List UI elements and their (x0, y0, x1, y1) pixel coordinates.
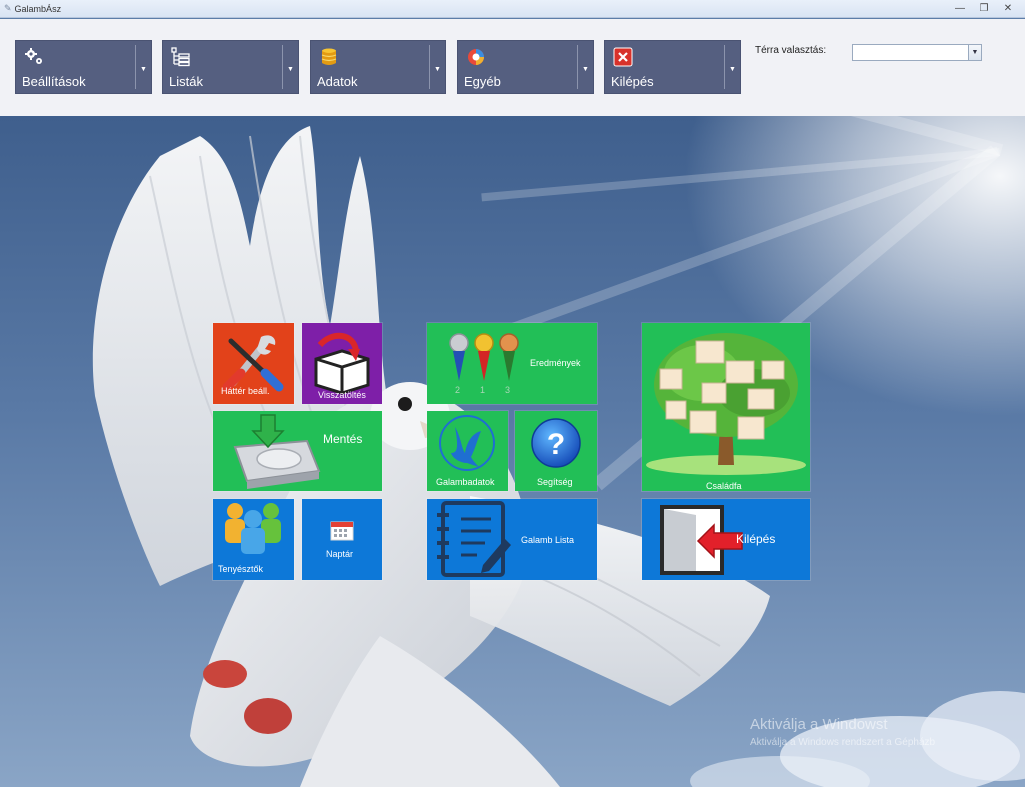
chevron-down-icon[interactable]: ▼ (968, 45, 981, 60)
split-divider (577, 45, 578, 89)
split-divider (282, 45, 283, 89)
chevron-down-icon[interactable]: ▼ (582, 66, 589, 73)
restore-icon[interactable]: ❐ (977, 2, 991, 15)
svg-text:?: ? (547, 428, 565, 461)
lists-button[interactable]: Listák ▼ (162, 40, 299, 94)
activation-watermark-text: Aktiválja a Windows rendszert a Gépházb (750, 737, 936, 748)
split-divider (429, 45, 430, 89)
tile-save[interactable]: Mentés (213, 411, 382, 491)
chevron-down-icon[interactable]: ▼ (729, 66, 736, 73)
tile-restore[interactable]: Visszatöltés (302, 323, 382, 404)
tile-label: Családfa (706, 481, 742, 491)
settings-button[interactable]: Beállítások ▼ (15, 40, 152, 94)
other-button[interactable]: Egyéb ▼ (457, 40, 594, 94)
tile-pigeon-data[interactable]: Galambadatok (427, 411, 508, 491)
tile-label: Galambadatok (436, 477, 495, 487)
split-divider (135, 45, 136, 89)
tile-label: Visszatöltés (318, 390, 366, 400)
tile-label: Háttér beáll. (221, 386, 270, 396)
app-icon: ✎ (4, 3, 12, 13)
terra-label: Térra valasztás: (755, 45, 827, 56)
close-icon[interactable]: ✕ (1001, 2, 1015, 15)
terra-select[interactable]: ▼ (852, 44, 982, 61)
title-bar: ✎ GalambÁsz — ❐ ✕ (0, 0, 1025, 18)
data-button[interactable]: Adatok ▼ (310, 40, 446, 94)
tile-pigeon-list[interactable]: Galamb Lista (427, 499, 597, 580)
tile-label: Segítség (537, 477, 573, 487)
exit-label: Kilépés (611, 74, 654, 89)
medal-number: 2 (455, 385, 461, 395)
tile-exit[interactable]: Kilépés (642, 499, 810, 580)
list-tree-icon (171, 47, 190, 67)
tile-calendar[interactable]: Naptár (302, 499, 382, 580)
tile-results[interactable]: 2 1 3 Eredmények (427, 323, 597, 404)
window-title: GalambÁsz (14, 3, 62, 14)
database-icon (321, 48, 337, 65)
tile-breeders[interactable]: Tenyésztők (213, 499, 294, 580)
tile-label: Eredmények (530, 358, 581, 368)
tile-help[interactable]: ? Segítség (515, 411, 597, 491)
close-red-icon (613, 47, 633, 67)
dove-image (92, 126, 1025, 787)
background-scene (0, 116, 1025, 787)
medal-number: 1 (480, 385, 486, 395)
tile-label: Mentés (323, 432, 363, 446)
tile-label: Tenyésztők (218, 564, 264, 574)
calendar-icon (330, 521, 354, 541)
tile-label: Galamb Lista (521, 535, 575, 545)
gears-icon (25, 48, 42, 64)
exit-button[interactable]: Kilépés ▼ (604, 40, 741, 94)
medal-number: 3 (505, 385, 511, 395)
window-controls: — ❐ ✕ (953, 2, 1015, 15)
split-divider (724, 45, 725, 89)
other-label: Egyéb (464, 74, 501, 89)
tile-background-settings[interactable]: Háttér beáll. (213, 323, 294, 404)
activation-watermark-title: Aktiválja a Windowst (750, 716, 888, 733)
toolbar: Beállítások ▼ Listák ▼ Adatok ▼ Egyéb ▼ … (0, 19, 1025, 116)
settings-label: Beállítások (22, 74, 86, 89)
chevron-down-icon[interactable]: ▼ (287, 66, 294, 73)
exit-door-icon (660, 505, 743, 575)
chevron-down-icon[interactable]: ▼ (140, 66, 147, 73)
notebook-list-icon (437, 501, 511, 577)
family-tree-icon (646, 333, 806, 475)
color-wheel-icon (468, 49, 484, 65)
lists-label: Listák (169, 74, 203, 89)
chevron-down-icon[interactable]: ▼ (434, 66, 441, 73)
data-label: Adatok (317, 74, 358, 89)
tile-label: Naptár (326, 549, 354, 559)
hard-drive-save-icon (233, 414, 321, 489)
minimize-icon[interactable]: — (953, 2, 967, 15)
tile-family-tree[interactable]: Családfa (642, 323, 810, 491)
tile-label: Kilépés (736, 532, 776, 546)
